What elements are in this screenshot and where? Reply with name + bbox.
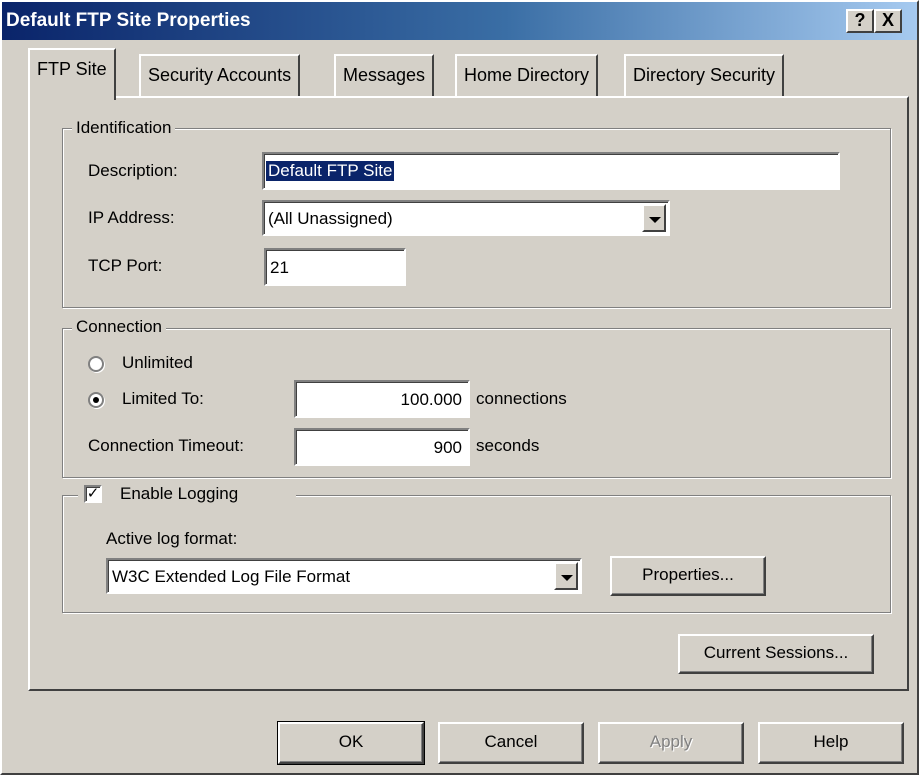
connection-timeout-value: 900 [433, 438, 462, 457]
cancel-label: Cancel [484, 732, 538, 751]
seconds-unit: seconds [476, 436, 540, 455]
log-format-value: W3C Extended Log File Format [112, 567, 351, 586]
unlimited-radio[interactable] [88, 356, 104, 372]
logging-group [62, 495, 891, 613]
tab-label: Home Directory [464, 65, 590, 85]
tab-label: Directory Security [633, 65, 776, 85]
radio-selected-dot [93, 397, 99, 403]
chevron-down-icon [649, 217, 661, 223]
tab-label: Security Accounts [148, 65, 292, 85]
enable-logging-legend: ✓ Enable Logging [78, 482, 296, 508]
close-button[interactable]: X [874, 9, 902, 33]
tab-directory-security[interactable]: Directory Security [624, 54, 785, 96]
log-properties-button[interactable]: Properties... [610, 556, 766, 596]
log-format-dropdown-button[interactable] [554, 562, 578, 590]
log-properties-label: Properties... [642, 565, 734, 584]
current-sessions-button[interactable]: Current Sessions... [678, 634, 874, 674]
properties-dialog: Default FTP Site Properties ? X FTP Site… [0, 0, 919, 775]
tab-label: Messages [343, 65, 426, 85]
ip-address-value: (All Unassigned) [268, 209, 393, 228]
help-button[interactable]: Help [758, 722, 904, 764]
connection-timeout-label: Connection Timeout: [88, 436, 244, 455]
limited-to-radio[interactable] [88, 392, 104, 408]
max-connections-field[interactable]: 100.000 [294, 380, 470, 418]
cancel-button[interactable]: Cancel [438, 722, 584, 764]
close-icon: X [881, 10, 894, 30]
help-icon: ? [854, 10, 866, 30]
ip-address-dropdown-button[interactable] [642, 204, 666, 232]
connections-unit: connections [476, 389, 567, 408]
unlimited-label[interactable]: Unlimited [122, 353, 193, 373]
identification-legend: Identification [72, 118, 176, 138]
enable-logging-label[interactable]: Enable Logging [120, 484, 238, 504]
help-label: Help [813, 732, 849, 751]
ok-button[interactable]: OK [277, 721, 425, 765]
tcp-port-field[interactable]: 21 [264, 248, 406, 286]
tab-panel: Identification Description: Default FTP … [28, 96, 909, 691]
ip-address-select[interactable]: (All Unassigned) [262, 200, 670, 236]
description-value: Default FTP Site [266, 161, 395, 181]
tab-label: FTP Site [37, 59, 107, 79]
current-sessions-label: Current Sessions... [703, 643, 849, 662]
tcp-port-label: TCP Port: [88, 256, 163, 275]
ip-address-label: IP Address: [88, 208, 175, 227]
apply-button[interactable]: Apply [598, 722, 744, 764]
description-field[interactable]: Default FTP Site [262, 152, 840, 190]
limited-to-label[interactable]: Limited To: [122, 389, 204, 409]
max-connections-value: 100.000 [400, 390, 462, 409]
apply-label: Apply [649, 732, 693, 751]
description-label: Description: [88, 161, 178, 180]
help-caption-button[interactable]: ? [846, 9, 874, 33]
connection-timeout-field[interactable]: 900 [294, 428, 470, 466]
tab-security-accounts[interactable]: Security Accounts [139, 54, 301, 96]
tab-messages[interactable]: Messages [334, 54, 435, 96]
title-bar[interactable]: Default FTP Site Properties ? X [2, 2, 917, 40]
chevron-down-icon [561, 575, 573, 581]
tab-home-directory[interactable]: Home Directory [455, 54, 599, 96]
ok-label: OK [338, 732, 364, 751]
enable-logging-checkbox[interactable]: ✓ [84, 485, 102, 503]
tcp-port-value: 21 [270, 258, 289, 277]
checkmark-icon: ✓ [86, 485, 100, 502]
tab-ftp-site[interactable]: FTP Site [28, 48, 116, 100]
log-format-select[interactable]: W3C Extended Log File Format [106, 558, 582, 594]
window-title: Default FTP Site Properties [6, 10, 251, 31]
log-format-label: Active log format: [106, 529, 238, 548]
connection-legend: Connection [72, 317, 167, 337]
